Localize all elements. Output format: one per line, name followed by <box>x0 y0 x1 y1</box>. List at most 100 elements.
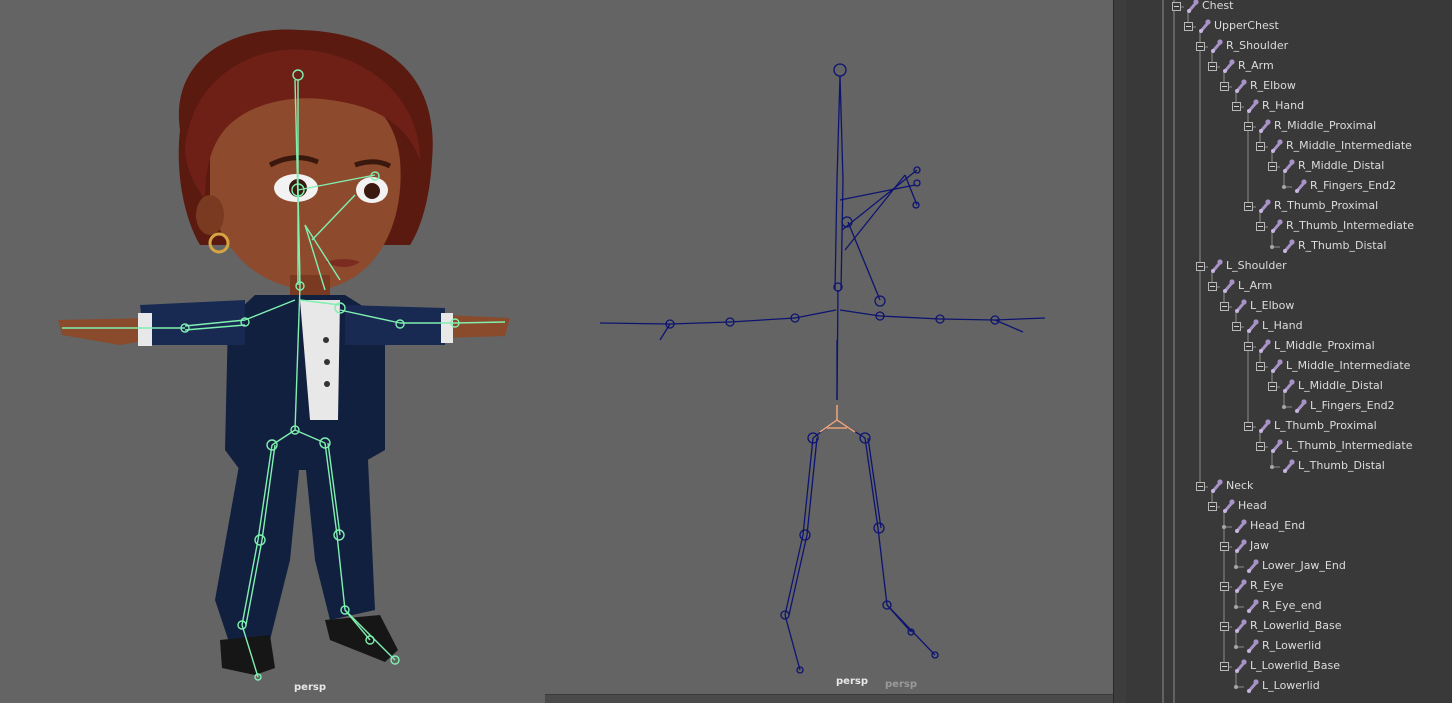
outliner-row-head-end[interactable]: Head_End <box>1126 517 1452 537</box>
collapse-box-icon[interactable] <box>1256 362 1265 371</box>
leaf-dot-icon <box>1234 565 1238 569</box>
viewport-persp-right[interactable]: persp persp <box>545 0 1115 703</box>
collapse-box-icon[interactable] <box>1268 162 1277 171</box>
joint-icon <box>1247 599 1259 613</box>
outliner-panel[interactable]: Chest UpperChest R_Shoulder R_Arm R_Elbow R_H… <box>1126 0 1452 703</box>
leaf-dot-icon <box>1270 465 1274 469</box>
collapse-box-icon[interactable] <box>1208 282 1217 291</box>
outliner-row-l-hand[interactable]: L_Hand <box>1126 317 1452 337</box>
outliner-row-label: L_Thumb_Intermediate <box>1286 439 1413 452</box>
collapse-box-icon[interactable] <box>1232 102 1241 111</box>
collapse-box-icon[interactable] <box>1220 82 1229 91</box>
outliner-row-r-thumb-intermediate[interactable]: R_Thumb_Intermediate <box>1126 217 1452 237</box>
outliner-row-l-thumb-intermediate[interactable]: L_Thumb_Intermediate <box>1126 437 1452 457</box>
outliner-row-label: Head <box>1238 499 1267 512</box>
outliner-row-head[interactable]: Head <box>1126 497 1452 517</box>
outliner-row-upperchest[interactable]: UpperChest <box>1126 17 1452 37</box>
collapse-box-icon[interactable] <box>1184 22 1193 31</box>
outliner-row-r-shoulder[interactable]: R_Shoulder <box>1126 37 1452 57</box>
joint-icon <box>1235 519 1247 533</box>
outliner-row-r-lowerlid[interactable]: R_Lowerlid <box>1126 637 1452 657</box>
leaf-dot-icon <box>1282 405 1286 409</box>
collapse-box-icon[interactable] <box>1220 582 1229 591</box>
outliner-row-r-thumb-proximal[interactable]: R_Thumb_Proximal <box>1126 197 1452 217</box>
panel-divider[interactable] <box>1113 0 1127 703</box>
outliner-row-label: R_Thumb_Proximal <box>1274 199 1379 212</box>
joint-icon <box>1283 239 1295 253</box>
collapse-box-icon[interactable] <box>1256 442 1265 451</box>
outliner-row-label: L_Lowerlid_Base <box>1250 659 1340 672</box>
outliner-row-r-eye[interactable]: R_Eye <box>1126 577 1452 597</box>
collapse-box-icon[interactable] <box>1244 422 1253 431</box>
viewport-persp-left[interactable]: persp <box>0 0 545 703</box>
outliner-row-label: L_Shoulder <box>1226 259 1287 272</box>
outliner-row-jaw[interactable]: Jaw <box>1126 537 1452 557</box>
outliner-row-label: L_Fingers_End2 <box>1310 399 1395 412</box>
collapse-box-icon[interactable] <box>1220 662 1229 671</box>
outliner-row-r-middle-intermediate[interactable]: R_Middle_Intermediate <box>1126 137 1452 157</box>
outliner-row-l-thumb-distal[interactable]: L_Thumb_Distal <box>1126 457 1452 477</box>
joint-icon <box>1271 359 1283 373</box>
collapse-box-icon[interactable] <box>1220 542 1229 551</box>
outliner-row-r-arm[interactable]: R_Arm <box>1126 57 1452 77</box>
outliner-row-l-fingers-end2[interactable]: L_Fingers_End2 <box>1126 397 1452 417</box>
collapse-box-icon[interactable] <box>1172 2 1181 11</box>
outliner-row-l-lowerlid[interactable]: L_Lowerlid <box>1126 677 1452 697</box>
outliner-row-label: Neck <box>1226 479 1254 492</box>
outliner-row-l-middle-distal[interactable]: L_Middle_Distal <box>1126 377 1452 397</box>
collapse-box-icon[interactable] <box>1196 262 1205 271</box>
collapse-box-icon[interactable] <box>1208 62 1217 71</box>
outliner-row-l-shoulder[interactable]: L_Shoulder <box>1126 257 1452 277</box>
joint-icon <box>1199 19 1211 33</box>
outliner-row-label: L_Middle_Proximal <box>1274 339 1375 352</box>
character-model-render[interactable] <box>0 0 545 703</box>
collapse-box-icon[interactable] <box>1220 622 1229 631</box>
joint-icon <box>1283 459 1295 473</box>
joint-icon <box>1235 619 1247 633</box>
outliner-row-l-lowerlid-base[interactable]: L_Lowerlid_Base <box>1126 657 1452 677</box>
collapse-box-icon[interactable] <box>1256 142 1265 151</box>
outliner-row-neck[interactable]: Neck <box>1126 477 1452 497</box>
collapse-box-icon[interactable] <box>1244 202 1253 211</box>
outliner-row-l-elbow[interactable]: L_Elbow <box>1126 297 1452 317</box>
joint-icon <box>1223 279 1235 293</box>
outliner-row-r-elbow[interactable]: R_Elbow <box>1126 77 1452 97</box>
outliner-row-r-middle-distal[interactable]: R_Middle_Distal <box>1126 157 1452 177</box>
outliner-row-label: L_Middle_Intermediate <box>1286 359 1411 372</box>
collapse-box-icon[interactable] <box>1220 302 1229 311</box>
collapse-box-icon[interactable] <box>1244 342 1253 351</box>
joint-icon <box>1259 339 1271 353</box>
joint-icon <box>1235 299 1247 313</box>
outliner-row-label: L_Arm <box>1238 279 1273 292</box>
joint-icon <box>1247 559 1259 573</box>
outliner-row-r-middle-proximal[interactable]: R_Middle_Proximal <box>1126 117 1452 137</box>
outliner-row-r-lowerlid-base[interactable]: R_Lowerlid_Base <box>1126 617 1452 637</box>
outliner-row-label: Lower_Jaw_End <box>1262 559 1346 572</box>
collapse-box-icon[interactable] <box>1196 482 1205 491</box>
collapse-box-icon[interactable] <box>1256 222 1265 231</box>
outliner-row-label: R_Eye_end <box>1262 599 1322 612</box>
outliner-row-l-middle-intermediate[interactable]: L_Middle_Intermediate <box>1126 357 1452 377</box>
outliner-row-r-hand[interactable]: R_Hand <box>1126 97 1452 117</box>
outliner-row-label: R_Eye <box>1250 579 1284 592</box>
collapse-box-icon[interactable] <box>1244 122 1253 131</box>
outliner-row-label: Chest <box>1202 0 1234 12</box>
joint-icon <box>1235 659 1247 673</box>
outliner-row-l-middle-proximal[interactable]: L_Middle_Proximal <box>1126 337 1452 357</box>
collapse-box-icon[interactable] <box>1208 502 1217 511</box>
outliner-row-r-thumb-distal[interactable]: R_Thumb_Distal <box>1126 237 1452 257</box>
collapse-box-icon[interactable] <box>1196 42 1205 51</box>
joint-icon <box>1235 539 1247 553</box>
outliner-row-r-fingers-end2[interactable]: R_Fingers_End2 <box>1126 177 1452 197</box>
joint-icon <box>1247 99 1259 113</box>
outliner-row-r-eye-end[interactable]: R_Eye_end <box>1126 597 1452 617</box>
outliner-row-lower-jaw-end[interactable]: Lower_Jaw_End <box>1126 557 1452 577</box>
leaf-dot-icon <box>1282 185 1286 189</box>
outliner-row-l-thumb-proximal[interactable]: L_Thumb_Proximal <box>1126 417 1452 437</box>
collapse-box-icon[interactable] <box>1268 382 1277 391</box>
joint-icon <box>1259 119 1271 133</box>
skeleton-render[interactable] <box>545 0 1115 703</box>
outliner-row-chest[interactable]: Chest <box>1126 0 1452 17</box>
collapse-box-icon[interactable] <box>1232 322 1241 331</box>
outliner-row-l-arm[interactable]: L_Arm <box>1126 277 1452 297</box>
